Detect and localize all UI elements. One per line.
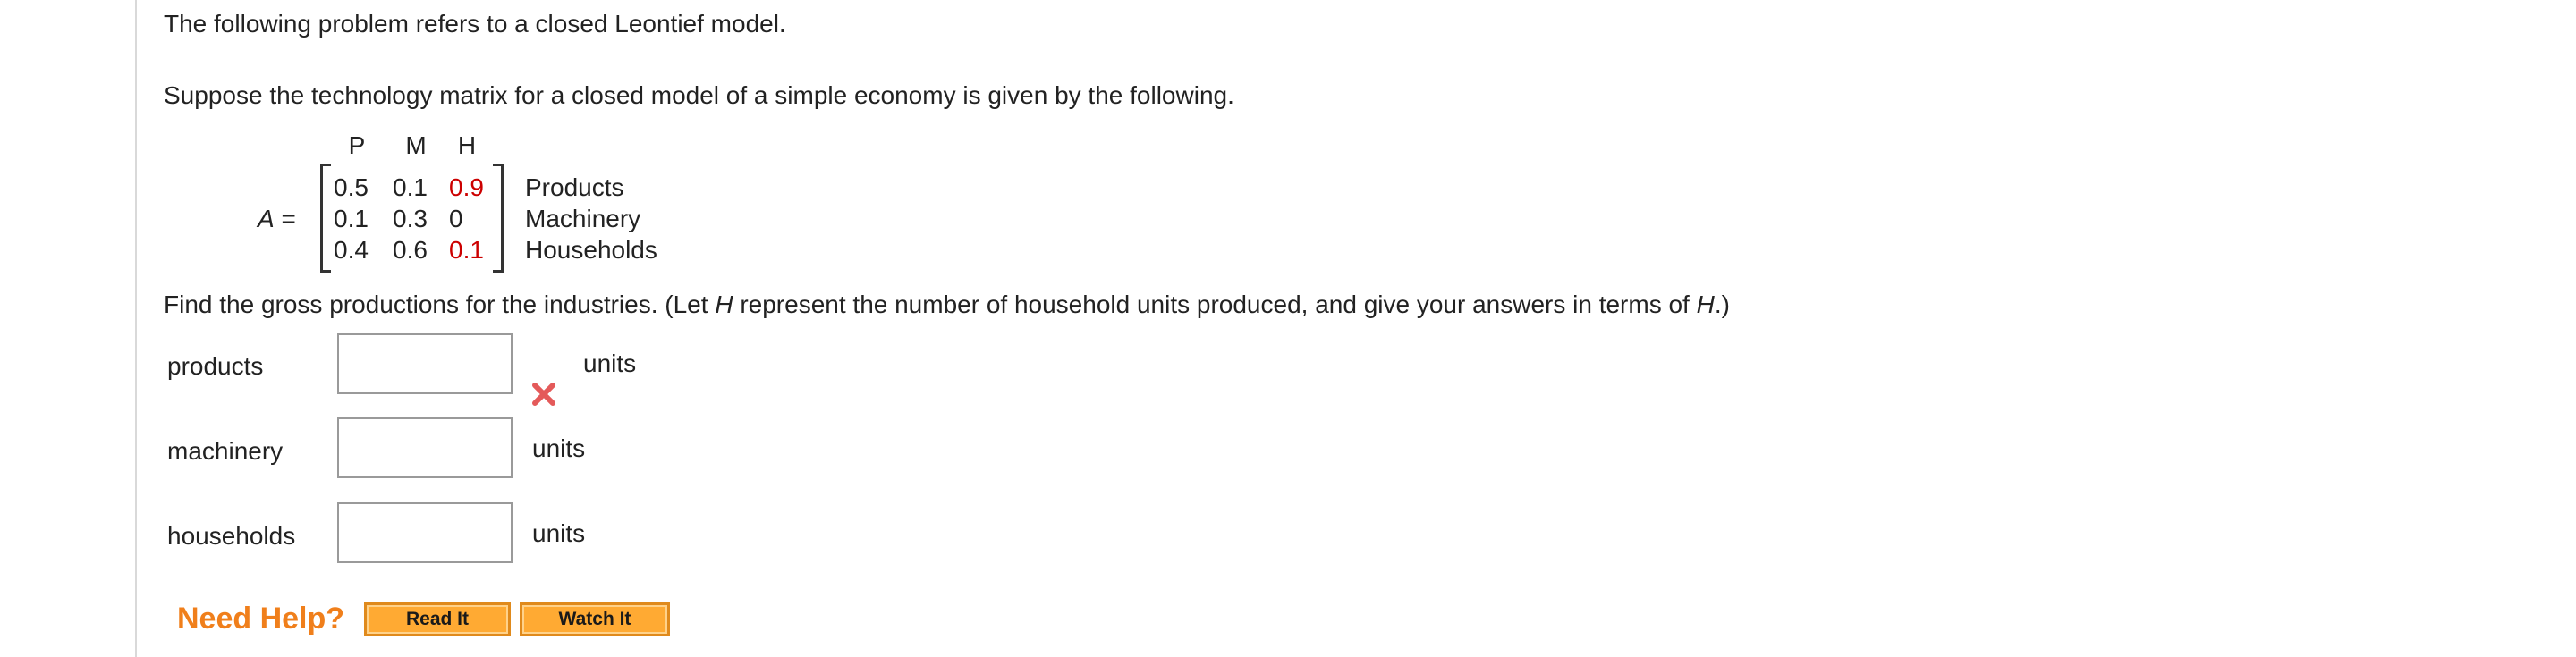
read-it-button[interactable]: Read It <box>364 602 511 636</box>
matrix-cell-r1c1: 0.5 <box>334 173 369 201</box>
matrix-col-header-h: H <box>457 131 477 159</box>
matrix-row-label-households: Households <box>525 236 657 264</box>
products-input[interactable] <box>337 333 513 394</box>
matrix-cell-r1c2: 0.1 <box>393 173 428 201</box>
matrix-row-label-products: Products <box>525 173 624 201</box>
matrix-cell-r2c1: 0.1 <box>334 205 369 232</box>
matrix-cell-r2c2: 0.3 <box>393 205 428 232</box>
matrix-cell-r3c1: 0.4 <box>334 236 369 264</box>
products-unit: units <box>583 350 637 377</box>
intro-text: The following problem refers to a closed… <box>164 10 786 38</box>
machinery-unit: units <box>532 434 586 462</box>
setup-text: Suppose the technology matrix for a clos… <box>164 81 1234 109</box>
matrix-row-label-machinery: Machinery <box>525 205 641 232</box>
products-label: products <box>167 352 264 380</box>
matrix-cell-r3c2: 0.6 <box>393 236 428 264</box>
watch-it-button[interactable]: Watch It <box>520 602 670 636</box>
matrix-right-bracket <box>493 164 504 273</box>
matrix-col-header-m: M <box>405 131 427 159</box>
machinery-input[interactable] <box>337 417 513 478</box>
matrix-col-header-p: P <box>348 131 366 159</box>
households-input[interactable] <box>337 502 513 563</box>
households-unit: units <box>532 519 586 547</box>
incorrect-x-icon <box>532 383 555 406</box>
matrix-label: A = <box>258 205 296 232</box>
need-help-label: Need Help? <box>177 602 345 636</box>
matrix-cell-r3c3: 0.1 <box>449 236 484 264</box>
households-label: households <box>167 522 296 550</box>
machinery-label: machinery <box>167 437 284 465</box>
question-panel: The following problem refers to a closed… <box>135 0 2576 657</box>
matrix-left-bracket <box>320 164 331 273</box>
question-text: Find the gross productions for the indus… <box>164 291 1730 318</box>
matrix-cell-r2c3: 0 <box>449 205 463 232</box>
matrix-cell-r1c3: 0.9 <box>449 173 484 201</box>
